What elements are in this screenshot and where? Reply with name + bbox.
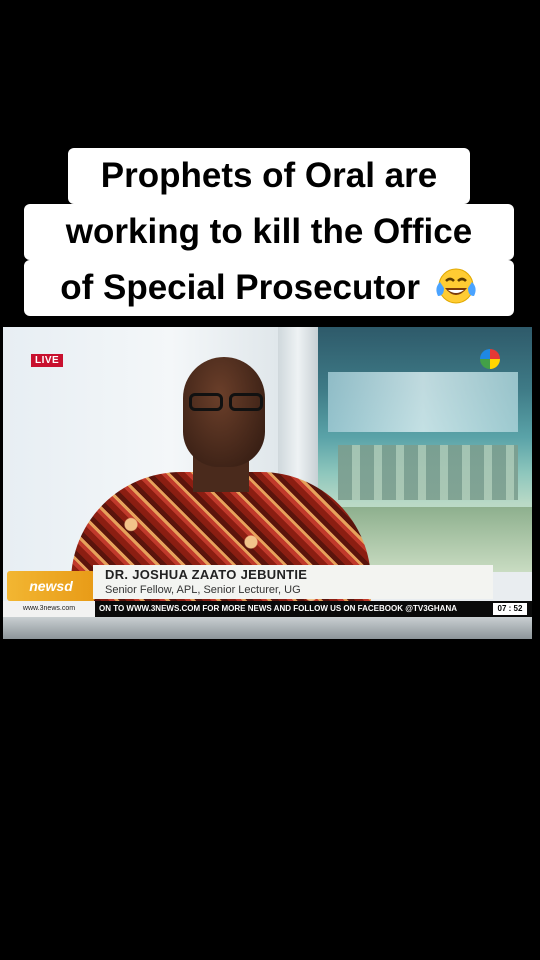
glasses-icon	[183, 393, 269, 411]
lower-third: DR. JOSHUA ZAATO JEBUNTIE Senior Fellow,…	[93, 565, 493, 599]
guest-title: Senior Fellow, APL, Senior Lecturer, UG	[105, 584, 301, 596]
ticker-text: ON TO WWW.3NEWS.COM FOR MORE NEWS AND FO…	[99, 604, 458, 613]
ticker-clock: 07 : 52	[493, 603, 527, 615]
channel-logo-icon	[480, 349, 500, 369]
caption-line-3-text: of Special Prosecutor	[60, 268, 421, 307]
live-badge: LIVE	[31, 354, 64, 367]
head	[183, 357, 265, 467]
show-logo: newsd	[7, 571, 95, 601]
caption-line-2: working to kill the Office	[24, 204, 514, 260]
caption-line-1: Prophets of Oral are	[68, 148, 470, 204]
guest-name: DR. JOSHUA ZAATO JEBUNTIE	[105, 567, 308, 582]
news-ticker: www.3news.com ON TO WWW.3NEWS.COM FOR MO…	[3, 601, 532, 617]
face-with-tears-of-joy-icon	[436, 268, 476, 304]
ticker-site: www.3news.com	[3, 601, 95, 617]
video-frame[interactable]: LIVE newsd DR. JOSHUA ZAATO JEBUNTIE Sen…	[3, 327, 532, 639]
desk-strip	[3, 617, 532, 639]
caption-line-3: of Special Prosecutor	[24, 260, 514, 316]
